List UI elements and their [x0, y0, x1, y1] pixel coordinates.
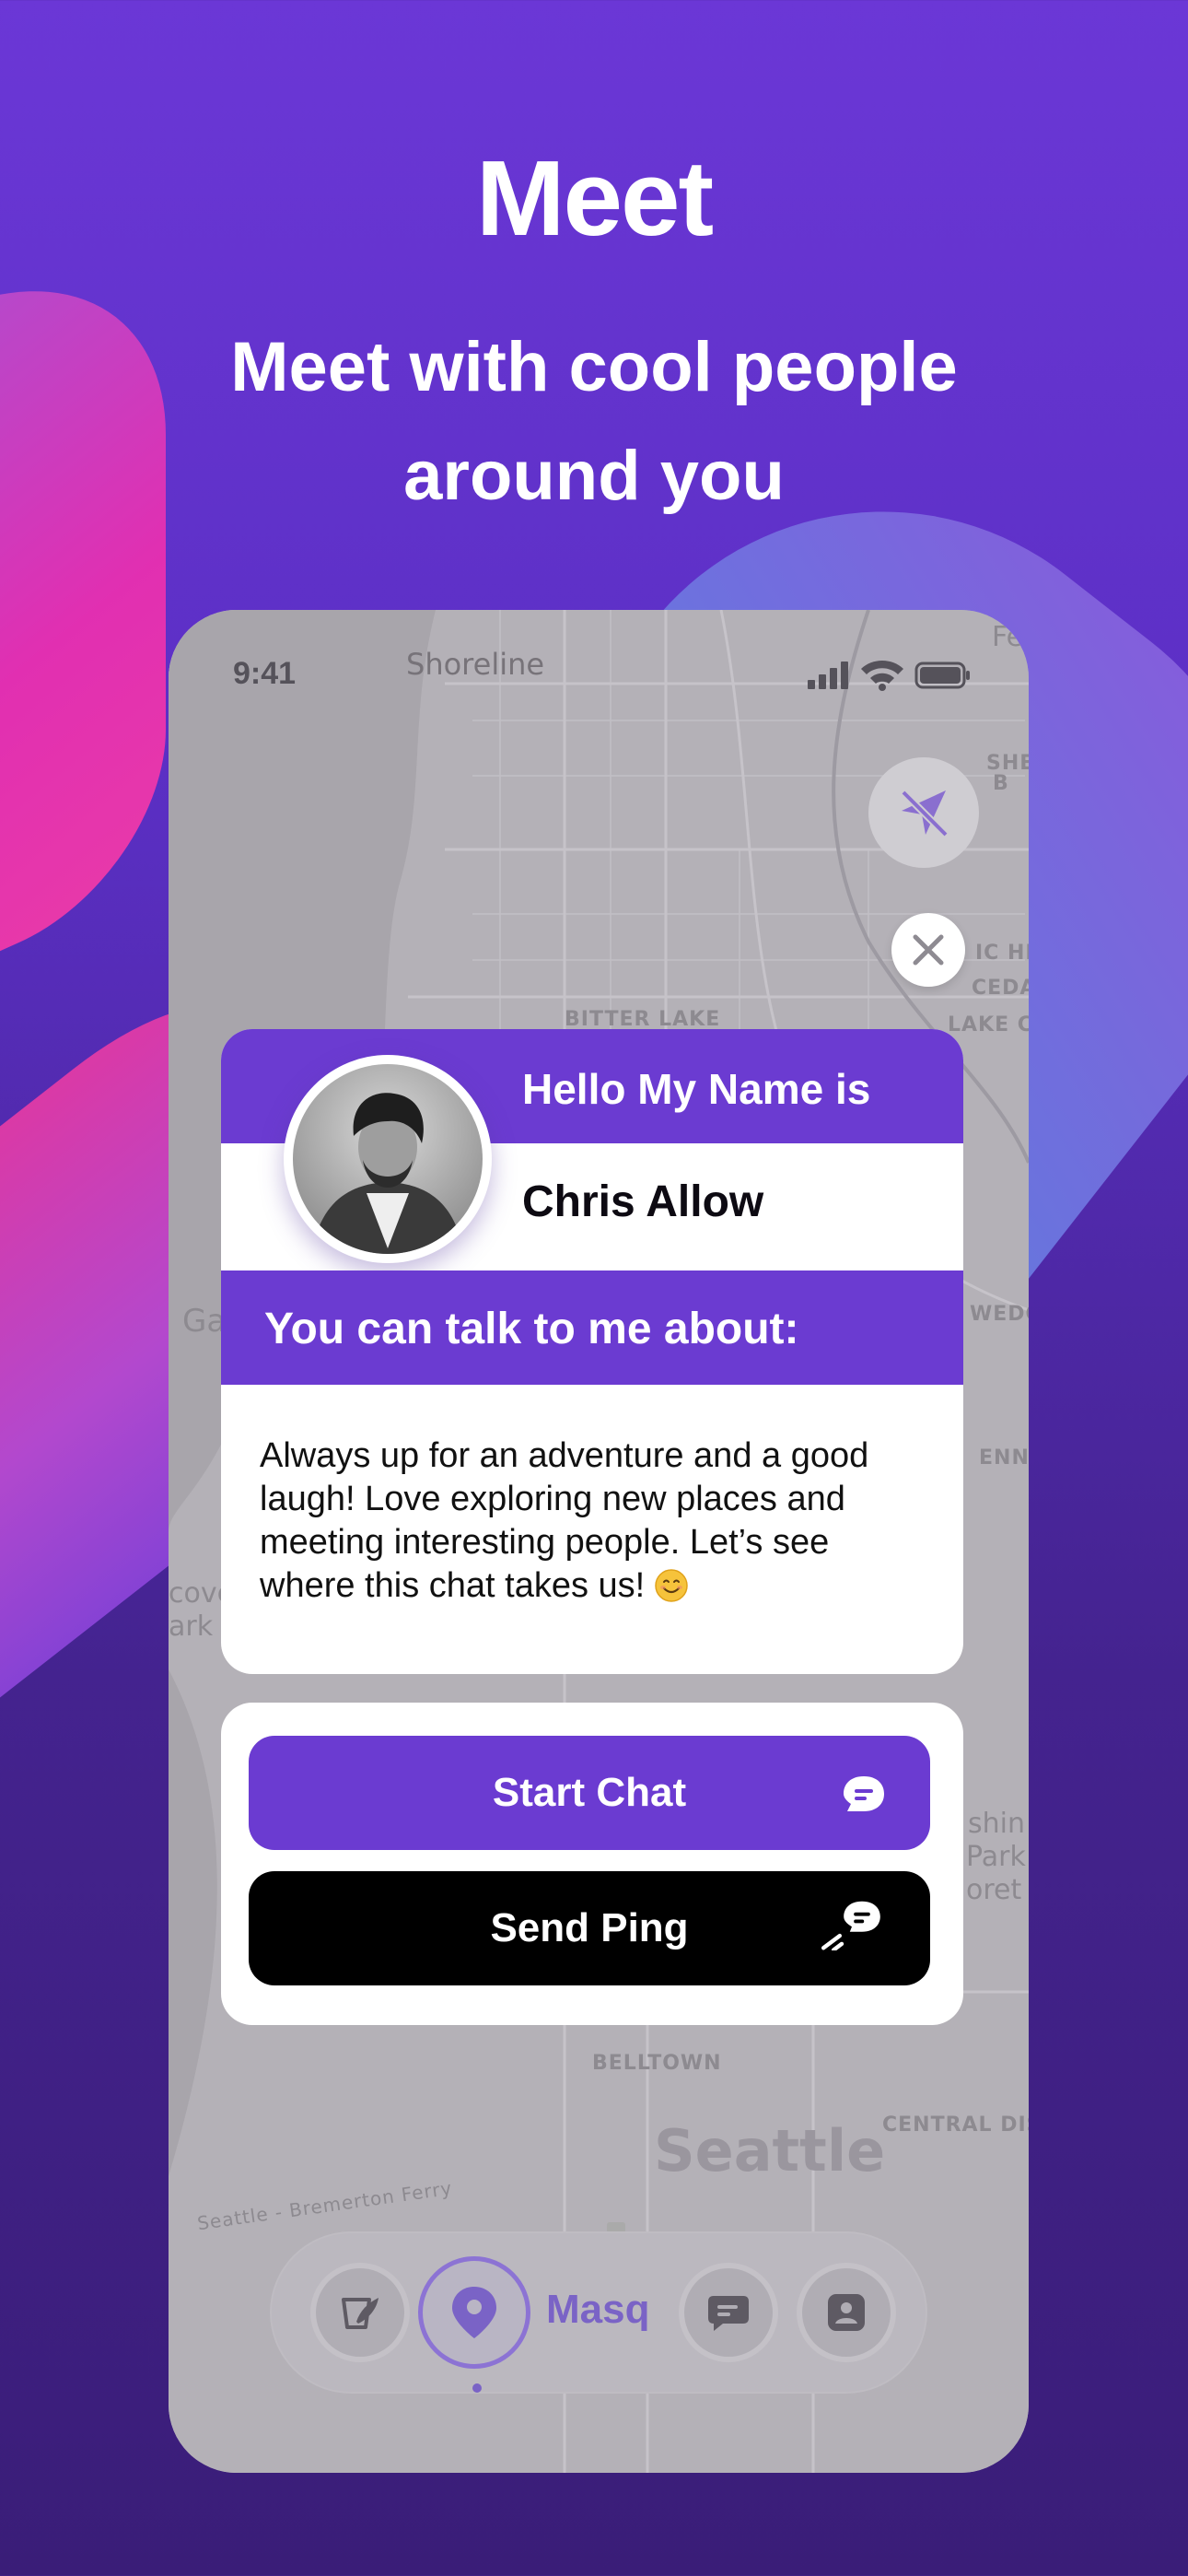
avatar-photo: [293, 1064, 483, 1254]
close-icon: [913, 934, 944, 966]
topics-band: You can talk to me about:: [221, 1270, 963, 1385]
status-icons: [808, 661, 970, 691]
start-chat-label: Start Chat: [492, 1770, 687, 1815]
chat-icon: [708, 2296, 749, 2331]
actions-card: Start Chat Send Ping: [221, 1703, 963, 2025]
cellular-signal-icon: [808, 662, 848, 689]
close-button[interactable]: [891, 913, 965, 987]
active-indicator: [472, 2383, 482, 2393]
profile-card: Hello My Name is Chris Allow You can tal…: [221, 1029, 963, 1674]
bottom-nav: Masq: [270, 2231, 927, 2394]
send-ping-button[interactable]: Send Ping: [249, 1871, 930, 1985]
status-time: 9:41: [233, 656, 297, 691]
profile-icon: [828, 2294, 865, 2331]
map-label: ENNA: [979, 1446, 1029, 1469]
nav-map-button[interactable]: [423, 2261, 526, 2364]
topics-label: You can talk to me about:: [264, 1305, 799, 1353]
bio-text-content: Always up for an adventure and a good la…: [260, 1436, 869, 1605]
map-label: ark: [169, 1610, 214, 1643]
page-title: Meet: [475, 138, 714, 258]
send-ping-label: Send Ping: [490, 1905, 689, 1950]
bio-text: Always up for an adventure and a good la…: [260, 1434, 923, 1608]
location-off-button[interactable]: [868, 757, 979, 868]
subtitle-line: Meet with cool people: [230, 328, 958, 406]
ping-icon: [821, 1901, 880, 1950]
greeting-text: Hello My Name is: [522, 1065, 871, 1113]
map-label: shin: [968, 1808, 1025, 1840]
page-subtitle: Meet with cool people around you: [0, 313, 1188, 531]
map-label: WEDG: [970, 1303, 1029, 1326]
map-label: Seattle: [654, 2117, 886, 2184]
map-label: CEDA: [972, 977, 1029, 1000]
map-label: BELLTOWN: [592, 2052, 722, 2075]
brand-label: Masq: [546, 2287, 650, 2332]
wifi-icon: [861, 661, 903, 691]
smiling-face-icon: [655, 1569, 688, 1602]
map-pin-icon: [452, 2287, 496, 2338]
feed-icon: [342, 2298, 379, 2329]
map-label: oret: [966, 1874, 1022, 1906]
phone-mockup: Shoreline BITTER LAKE BELLTOWN Seattle C…: [169, 610, 1029, 2473]
nav-chat-button[interactable]: [684, 2268, 773, 2357]
map-label: Shoreline: [406, 647, 545, 682]
map-label: IC HIL: [975, 942, 1029, 965]
nav-profile-button[interactable]: [802, 2268, 891, 2357]
battery-icon: [914, 662, 970, 689]
chat-bubble-icon: [844, 1776, 884, 1811]
map-label: Fe: [992, 621, 1024, 653]
map-label: Ga: [182, 1303, 227, 1340]
avatar[interactable]: [284, 1055, 492, 1263]
location-off-icon: [901, 790, 949, 837]
profile-name: Chris Allow: [522, 1177, 764, 1226]
start-chat-button[interactable]: Start Chat: [249, 1736, 930, 1850]
map-label: BITTER LAKE: [565, 1008, 721, 1031]
subtitle-line: around you: [403, 437, 785, 515]
map-label: Park: [966, 1841, 1026, 1873]
nav-feed-button[interactable]: [316, 2268, 404, 2357]
map-label: B: [993, 772, 1009, 795]
map-label: CENTRAL DIS: [882, 2113, 1029, 2137]
